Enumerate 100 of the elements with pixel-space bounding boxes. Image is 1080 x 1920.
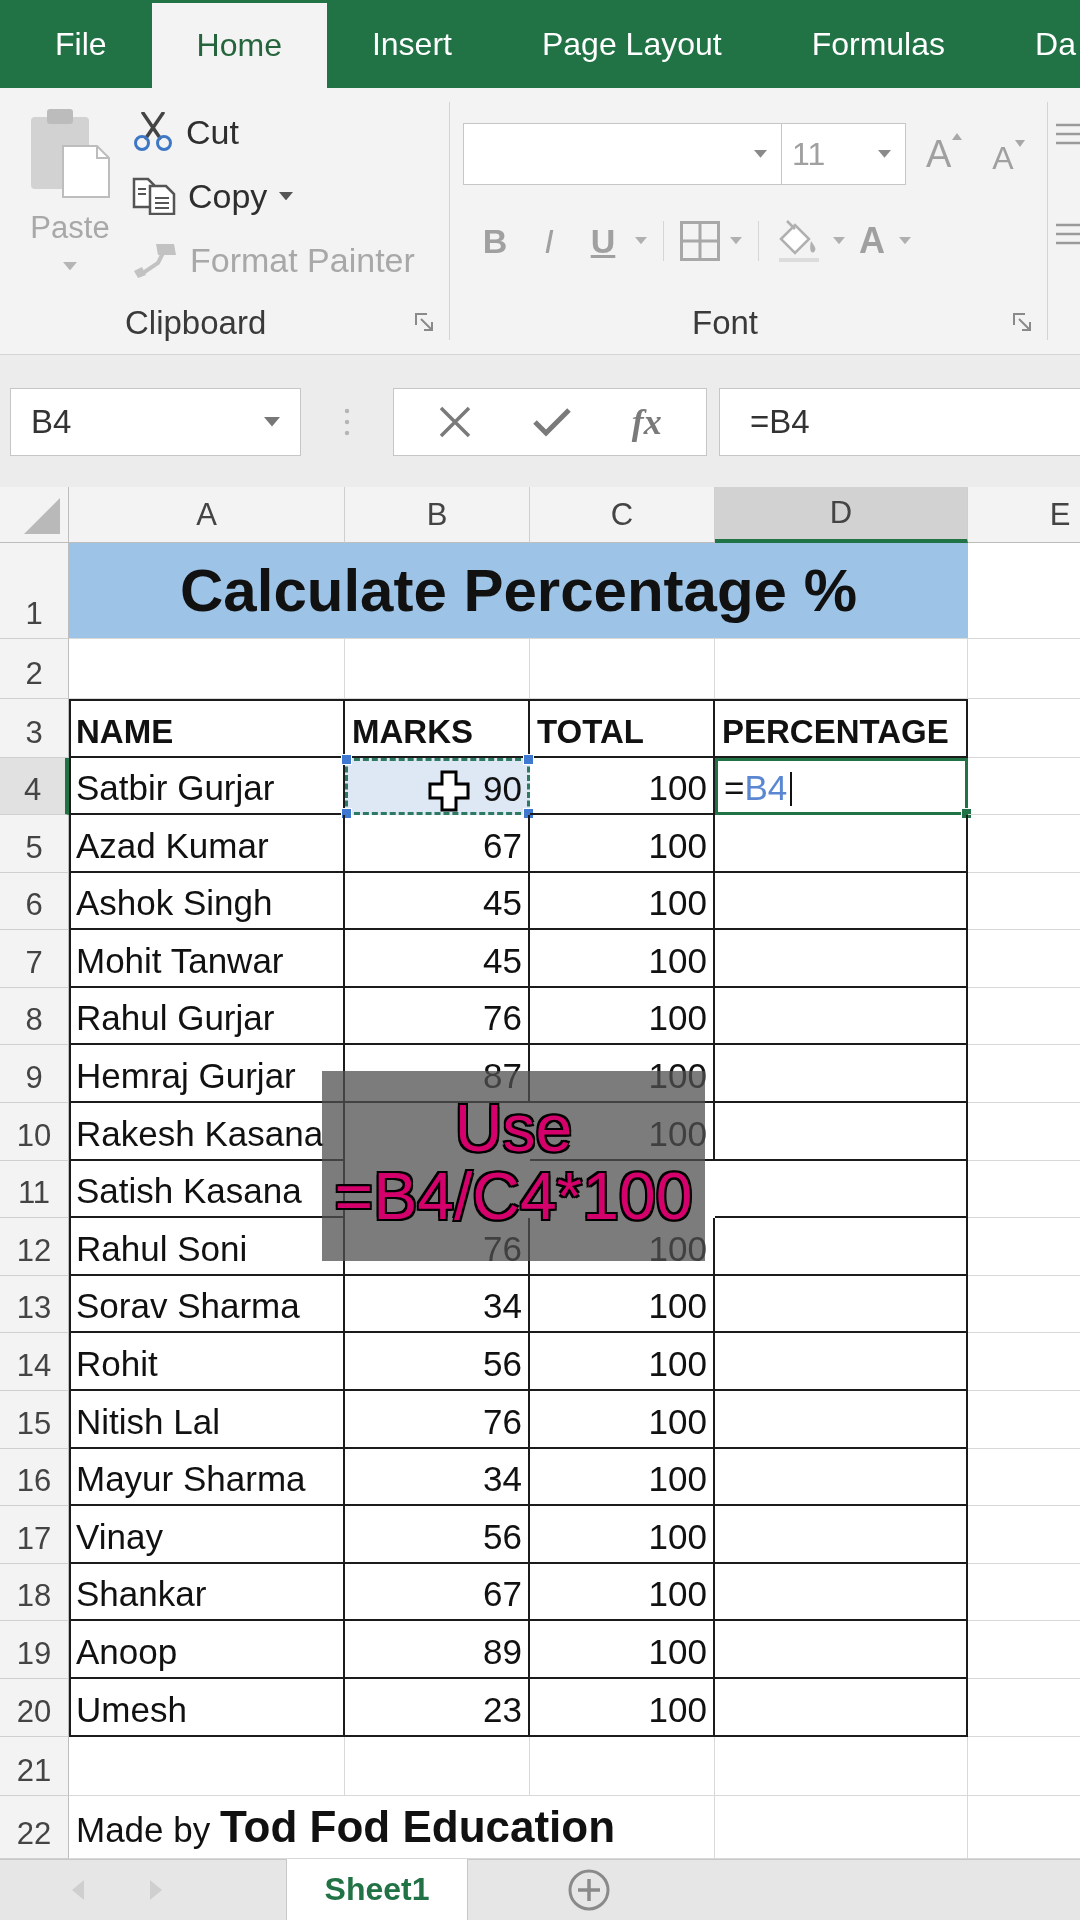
align-lines-icon[interactable] bbox=[1056, 222, 1080, 246]
table-cell: 100 bbox=[530, 1506, 715, 1564]
row-header[interactable]: 14 bbox=[0, 1333, 69, 1392]
row-header[interactable]: 13 bbox=[0, 1275, 69, 1334]
row-header[interactable]: 3 bbox=[0, 698, 69, 758]
copy-button[interactable]: Copy bbox=[132, 164, 415, 228]
check-icon[interactable] bbox=[533, 407, 571, 437]
table-cell: 100 bbox=[530, 815, 715, 873]
row-header[interactable]: 11 bbox=[0, 1160, 69, 1219]
table-cell: 23 bbox=[345, 1679, 530, 1737]
ribbon-tab[interactable]: Formulas bbox=[766, 0, 990, 88]
caret-icon bbox=[833, 237, 845, 245]
table-cell: Azad Kumar bbox=[69, 815, 345, 873]
table-cell: 45 bbox=[345, 930, 530, 988]
table-cell: 100 bbox=[530, 1563, 715, 1622]
row-header[interactable]: 15 bbox=[0, 1391, 69, 1449]
table-cell: 100 bbox=[530, 1621, 715, 1679]
table-header-cell: NAME bbox=[69, 698, 345, 758]
row-header[interactable]: 5 bbox=[0, 815, 69, 873]
caret-icon bbox=[878, 150, 891, 158]
sheet-tab[interactable]: Sheet1 bbox=[286, 1859, 468, 1920]
table-header-cell: PERCENTAGE bbox=[715, 698, 968, 758]
formula-input[interactable]: =B4 bbox=[719, 388, 1080, 456]
scissors-icon bbox=[132, 112, 174, 152]
cross-icon[interactable] bbox=[438, 405, 473, 439]
handle-icon[interactable] bbox=[523, 753, 534, 765]
row-header[interactable]: 19 bbox=[0, 1621, 69, 1679]
row-header[interactable]: 2 bbox=[0, 639, 69, 699]
credit-text: Made by Tod Fod Education bbox=[69, 1796, 715, 1859]
row-header[interactable]: 7 bbox=[0, 930, 69, 988]
caret-icon bbox=[730, 237, 742, 245]
table-cell: Mayur Sharma bbox=[69, 1448, 345, 1507]
name-box[interactable]: B4 bbox=[10, 388, 301, 456]
ribbon-tab[interactable]: Page Layout bbox=[496, 0, 767, 88]
table-cell: 45 bbox=[345, 872, 530, 931]
table-cell: 67 bbox=[345, 1563, 530, 1622]
handle-icon[interactable] bbox=[341, 753, 352, 765]
column-header[interactable]: B bbox=[345, 487, 530, 543]
row-header[interactable]: 10 bbox=[0, 1103, 69, 1161]
column-header[interactable]: A bbox=[69, 487, 345, 543]
table-cell: Anoop bbox=[69, 1621, 345, 1679]
table-cell: 100 bbox=[530, 872, 715, 931]
row-header[interactable]: 18 bbox=[0, 1563, 69, 1622]
table-cell: 34 bbox=[345, 1448, 530, 1507]
table-cell: 100 bbox=[530, 1275, 715, 1334]
table-cell: Sorav Sharma bbox=[69, 1275, 345, 1334]
column-header[interactable]: C bbox=[530, 487, 715, 543]
table-header-cell: TOTAL bbox=[530, 698, 715, 758]
cell-value: 90 bbox=[483, 769, 522, 810]
row-header[interactable]: 17 bbox=[0, 1506, 69, 1564]
table-cell: Rohit bbox=[69, 1333, 345, 1392]
insert-function-button[interactable]: fx bbox=[631, 401, 662, 443]
table-cell: Umesh bbox=[69, 1679, 345, 1737]
caret-icon bbox=[1014, 139, 1025, 147]
dialog-launcher-icon[interactable] bbox=[1013, 313, 1033, 333]
clipboard-icon bbox=[29, 108, 111, 198]
row-header[interactable]: 4 bbox=[0, 757, 69, 816]
group-label: Clipboard bbox=[125, 304, 267, 342]
ribbon-tab[interactable]: Insert bbox=[326, 0, 497, 88]
row-header[interactable]: 21 bbox=[0, 1736, 69, 1797]
font-name-field[interactable] bbox=[463, 123, 782, 185]
table-cell: Nitish Lal bbox=[69, 1391, 345, 1449]
table-cell: 56 bbox=[345, 1333, 530, 1392]
ribbon-tab[interactable]: File bbox=[10, 0, 152, 88]
table-cell: 100 bbox=[530, 1448, 715, 1507]
row-header[interactable]: 1 bbox=[0, 543, 69, 639]
table-cell: 67 bbox=[345, 815, 530, 873]
table-cell: 100 bbox=[530, 930, 715, 988]
row-header[interactable]: 20 bbox=[0, 1679, 69, 1737]
column-header[interactable]: D bbox=[715, 487, 968, 543]
table-cell: Mohit Tanwar bbox=[69, 930, 345, 988]
column-header[interactable]: E bbox=[968, 487, 1080, 543]
table-cell: 100 bbox=[530, 1333, 715, 1392]
row-header[interactable]: 8 bbox=[0, 987, 69, 1046]
table-cell: 56 bbox=[345, 1506, 530, 1564]
row-header[interactable]: 12 bbox=[0, 1218, 69, 1276]
ribbon-tab[interactable]: Da bbox=[990, 0, 1080, 88]
text-cursor-icon bbox=[790, 772, 793, 807]
plus-circle-icon[interactable] bbox=[568, 1869, 610, 1911]
cut-button[interactable]: Cut bbox=[132, 100, 415, 164]
caret-icon bbox=[754, 150, 767, 158]
group-label: Font bbox=[692, 304, 759, 342]
row-header[interactable]: 16 bbox=[0, 1448, 69, 1507]
copy-icon bbox=[132, 177, 176, 215]
row-header[interactable]: 22 bbox=[0, 1796, 69, 1859]
row-header[interactable]: 9 bbox=[0, 1045, 69, 1104]
table-cell: Vinay bbox=[69, 1506, 345, 1564]
table-cell: Shankar bbox=[69, 1563, 345, 1622]
ribbon-tab[interactable]: Home bbox=[151, 3, 327, 88]
table-cell: Ashok Singh bbox=[69, 872, 345, 931]
handle-icon[interactable] bbox=[961, 808, 972, 820]
row-header[interactable]: 6 bbox=[0, 872, 69, 931]
handle-icon[interactable] bbox=[341, 808, 352, 820]
corner-triangle-icon[interactable] bbox=[24, 498, 60, 534]
handle-icon[interactable] bbox=[523, 808, 534, 820]
caret-icon bbox=[952, 132, 963, 140]
cursor-icon bbox=[428, 769, 470, 812]
dialog-launcher-icon[interactable] bbox=[415, 313, 435, 333]
align-lines-icon[interactable] bbox=[1056, 122, 1080, 146]
table-cell: 76 bbox=[345, 1391, 530, 1449]
